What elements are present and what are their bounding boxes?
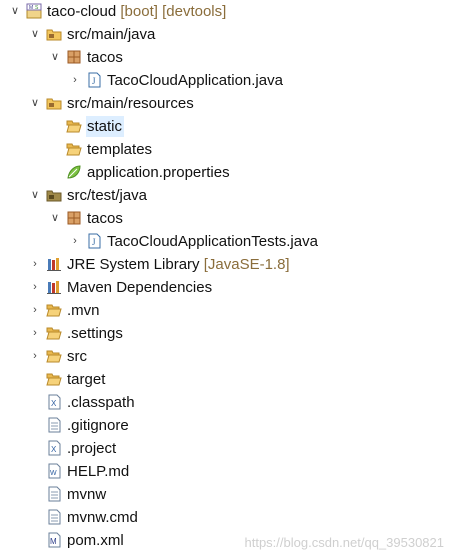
package-icon (66, 49, 82, 65)
mvnw-cmd-label: mvnw.cmd (67, 509, 138, 526)
chevron-right-icon[interactable]: › (28, 279, 42, 295)
chevron-down-icon[interactable]: ∨ (28, 26, 42, 42)
project-file-label: .project (67, 440, 117, 457)
java-file-icon: J (86, 233, 102, 249)
text-file-icon (46, 486, 62, 502)
chevron-right-icon[interactable]: › (28, 256, 42, 272)
templates-label: templates (87, 141, 153, 158)
java-file-icon: J (86, 72, 102, 88)
library-icon (46, 256, 62, 272)
svg-text:X: X (51, 445, 57, 454)
src-label: src (67, 348, 87, 365)
gitignore-label: .gitignore (67, 417, 129, 434)
tree-item-mvnw[interactable]: mvnw (0, 483, 452, 506)
classpath-label: .classpath (67, 394, 135, 411)
maven-pom-icon: M (46, 532, 62, 548)
tree-item-test-app[interactable]: › J TacoCloudApplicationTests.java (0, 230, 452, 253)
test-package-tacos-label: tacos (87, 210, 123, 227)
library-icon (46, 279, 62, 295)
tree-item-src-main-resources[interactable]: ∨ src/main/resources (0, 92, 452, 115)
svg-text:W: W (50, 470, 57, 477)
chevron-right-icon[interactable]: › (28, 348, 42, 364)
chevron-down-icon[interactable]: ∨ (48, 49, 62, 65)
tree-item-project-file[interactable]: X .project (0, 437, 452, 460)
chevron-right-icon[interactable]: › (28, 302, 42, 318)
folder-open-icon (66, 118, 82, 134)
watermark: https://blog.csdn.net/qq_39530821 (244, 535, 445, 550)
xml-file-icon: X (46, 394, 62, 410)
maven-project-icon: M S (26, 3, 42, 19)
chevron-right-icon[interactable]: › (68, 72, 82, 88)
text-file-icon (46, 417, 62, 433)
tree-item-mvnw-cmd[interactable]: mvnw.cmd (0, 506, 452, 529)
tree-item-test-package-tacos[interactable]: ∨ tacos (0, 207, 452, 230)
tree-item-src-test-java[interactable]: ∨ src/test/java (0, 184, 452, 207)
jre-library-label: JRE System Library [JavaSE-1.8] (66, 254, 292, 275)
tree-item-mvn[interactable]: › .mvn (0, 299, 452, 322)
chevron-down-icon[interactable]: ∨ (48, 210, 62, 226)
test-app-label: TacoCloudApplicationTests.java (107, 233, 318, 250)
project-name-label: taco-cloud [boot] [devtools] (46, 1, 228, 22)
folder-open-icon (46, 348, 62, 364)
markdown-file-icon: W (46, 463, 62, 479)
svg-text:X: X (51, 399, 57, 408)
tree-item-package-tacos[interactable]: ∨ tacos (0, 46, 452, 69)
chevron-down-icon[interactable]: ∨ (28, 95, 42, 111)
spring-leaf-icon (66, 164, 82, 180)
tree-item-templates[interactable]: templates (0, 138, 452, 161)
tree-item-classpath[interactable]: X .classpath (0, 391, 452, 414)
mvnw-label: mvnw (67, 486, 107, 503)
folder-open-icon (46, 325, 62, 341)
src-main-resources-label: src/main/resources (67, 95, 194, 112)
maven-dependencies-label: Maven Dependencies (67, 279, 213, 296)
source-folder-icon (46, 26, 62, 42)
chevron-right-icon[interactable]: › (68, 233, 82, 249)
tree-item-main-app[interactable]: › J TacoCloudApplication.java (0, 69, 452, 92)
svg-text:J: J (92, 237, 96, 247)
application-properties-label: application.properties (87, 164, 230, 181)
mvn-label: .mvn (67, 302, 100, 319)
xml-file-icon: X (46, 440, 62, 456)
package-tacos-label: tacos (87, 49, 123, 66)
static-label: static (86, 116, 125, 137)
chevron-down-icon[interactable]: ∨ (28, 187, 42, 203)
settings-label: .settings (67, 325, 123, 342)
svg-text:M: M (50, 537, 57, 546)
tree-item-static[interactable]: static (0, 115, 452, 138)
project-name: taco-cloud (47, 3, 117, 20)
tree-item-project[interactable]: ∨ M S taco-cloud [boot] [devtools] (0, 0, 452, 23)
tree-item-src[interactable]: › src (0, 345, 452, 368)
folder-open-icon (46, 302, 62, 318)
folder-open-icon (46, 371, 62, 387)
jre-library-decoration: [JavaSE-1.8] (203, 256, 290, 273)
chevron-down-icon[interactable]: ∨ (8, 3, 22, 19)
tree-item-application-properties[interactable]: application.properties (0, 161, 452, 184)
tree-item-help[interactable]: W HELP.md (0, 460, 452, 483)
jre-library-name: JRE System Library (67, 256, 200, 273)
package-icon (66, 210, 82, 226)
tree-item-jre-library[interactable]: › JRE System Library [JavaSE-1.8] (0, 253, 452, 276)
pom-label: pom.xml (67, 532, 124, 549)
main-app-label: TacoCloudApplication.java (107, 72, 283, 89)
tree-item-maven-dependencies[interactable]: › Maven Dependencies (0, 276, 452, 299)
test-source-folder-icon (46, 187, 62, 203)
svg-text:J: J (92, 76, 96, 86)
help-label: HELP.md (67, 463, 130, 480)
source-folder-icon (46, 95, 62, 111)
src-main-java-label: src/main/java (67, 26, 156, 43)
tree-item-src-main-java[interactable]: ∨ src/main/java (0, 23, 452, 46)
text-file-icon (46, 509, 62, 525)
svg-text:M: M (29, 5, 33, 11)
src-test-java-label: src/test/java (67, 187, 148, 204)
tree-item-settings[interactable]: › .settings (0, 322, 452, 345)
chevron-right-icon[interactable]: › (28, 325, 42, 341)
folder-open-icon (66, 141, 82, 157)
target-label: target (67, 371, 106, 388)
project-decoration: [boot] [devtools] (120, 3, 227, 20)
tree-item-target[interactable]: target (0, 368, 452, 391)
tree-item-gitignore[interactable]: .gitignore (0, 414, 452, 437)
